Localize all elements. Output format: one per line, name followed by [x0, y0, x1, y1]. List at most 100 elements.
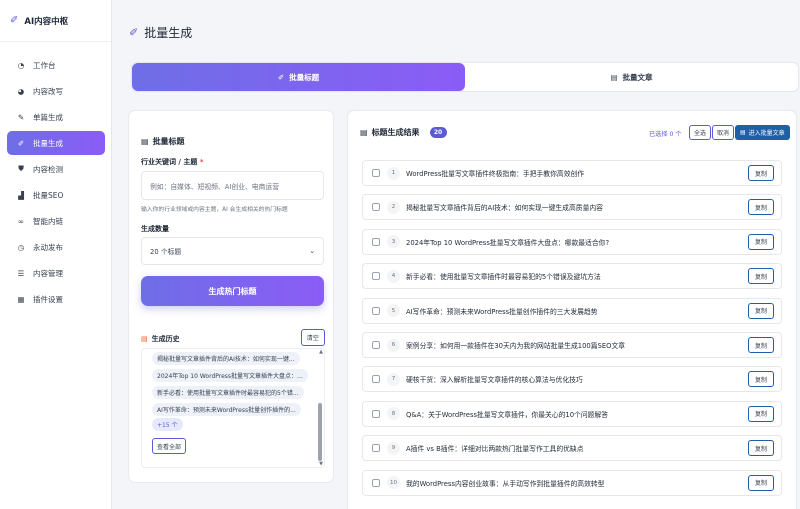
copy-button[interactable]: 复制 — [747, 474, 774, 491]
pen-icon: ✐ — [129, 26, 139, 39]
row-title: 案例分享：如何用一款插件在30天内为我的网站批量生成100篇SEO文章 — [406, 342, 626, 350]
history-scrollbar[interactable] — [318, 355, 322, 463]
history-section: ▤ 生成历史 清空 揭秘批量写文章插件背后的AI技术：如何实现一键... 202… — [141, 326, 325, 471]
enter-batch-label: 进入批量文章 — [748, 130, 785, 137]
file-icon: ▤ — [610, 72, 618, 82]
history-item[interactable]: 2024年Top 10 WordPress批量写文章插件大盘点：... — [152, 369, 308, 382]
tab-batch-articles[interactable]: ▤ 批量文章 — [465, 63, 798, 91]
tab-batch-titles[interactable]: ✐ 批量标题 — [132, 63, 465, 91]
file-icon: ▤ — [740, 129, 746, 136]
row-number: 7 — [387, 372, 400, 386]
title-row: 7 硬核干货：深入解析批量写文章插件的核心算法与优化技巧 复制 — [362, 366, 782, 393]
sidebar-item[interactable]: ✐ 批量生成 — [7, 131, 105, 155]
history-item[interactable]: AI写作革命：预测未来WordPress批量创作插件的... — [152, 403, 301, 416]
copy-button[interactable]: 复制 — [747, 268, 774, 285]
scroll-down-icon[interactable]: ▼ — [319, 461, 323, 467]
row-checkbox[interactable] — [372, 341, 380, 349]
row-checkbox[interactable] — [372, 306, 380, 315]
history-item[interactable]: 揭秘批量写文章插件背后的AI技术：如何实现一键... — [152, 352, 300, 365]
count-select-value: 20 个标题 — [150, 248, 182, 256]
more-history-badge[interactable]: +15 个 — [152, 418, 183, 431]
copy-button[interactable]: 复制 — [747, 371, 774, 388]
history-title: ▤ 生成历史 — [141, 334, 180, 344]
clock-icon: ◷ — [17, 242, 25, 252]
sidebar-item[interactable]: ◔ 工作台 — [7, 53, 105, 77]
row-checkbox[interactable] — [372, 409, 380, 418]
chevron-down-icon: ⌄ — [309, 247, 315, 255]
main-content: ✐ 批量生成 ✐ 批量标题 ▤ 批量文章 ▤ 批量标题 行业关键词 / 主题 *… — [113, 0, 800, 509]
row-title: Q&A：关于WordPress批量写文章插件，你最关心的10个问题解答 — [406, 410, 609, 419]
select-all-button[interactable]: 全选 — [689, 125, 712, 140]
row-checkbox[interactable] — [372, 169, 380, 177]
row-checkbox[interactable] — [372, 272, 380, 281]
count-label: 生成数量 — [141, 225, 169, 233]
row-number: 4 — [387, 269, 400, 283]
copy-button[interactable]: 复制 — [747, 405, 774, 422]
selected-count: 已选择 0 个 — [649, 131, 682, 138]
row-title: A插件 vs B插件：详细对比两款热门批量写作工具的优缺点 — [406, 445, 584, 454]
sidebar-item[interactable]: ⛊ 内容检测 — [7, 157, 105, 181]
copy-button[interactable]: 复制 — [747, 302, 774, 319]
sidebar-item-label: 内容改写 — [33, 86, 63, 96]
sidebar-item-label: 永动发布 — [33, 242, 63, 252]
scrollbar-thumb[interactable] — [318, 403, 322, 461]
copy-button[interactable]: 复制 — [747, 337, 774, 353]
copy-button[interactable]: 复制 — [747, 233, 774, 250]
keyword-input[interactable]: 例如：自媒体、短视频、AI创业、电商运营 — [141, 171, 324, 200]
sidebar-item[interactable]: ◕ 内容改写 — [7, 79, 105, 103]
title-row: 5 AI写作革命：预测未来WordPress批量创作插件的三大发展趋势 复制 — [362, 297, 782, 324]
generate-titles-button[interactable]: 生成热门标题 — [141, 276, 324, 306]
copy-button[interactable]: 复制 — [747, 440, 774, 457]
history-title-text: 生成历史 — [151, 335, 180, 343]
row-checkbox[interactable] — [372, 237, 380, 246]
batch-title-panel: ▤ 批量标题 行业关键词 / 主题 * 例如：自媒体、短视频、AI创业、电商运营… — [128, 110, 334, 483]
shield-icon: ⛊ — [18, 164, 24, 173]
copy-button[interactable]: 复制 — [747, 199, 774, 216]
panel-title: ▤ 批量标题 — [141, 136, 185, 147]
title-row: 8 Q&A：关于WordPress批量写文章插件，你最关心的10个问题解答 复制 — [362, 400, 782, 427]
results-count-badge: 20 — [429, 127, 447, 138]
sidebar-item[interactable]: ▟ 批量SEO — [7, 183, 105, 207]
brand: ✐ AI内容中枢 — [0, 0, 111, 42]
row-title: 硬核干货：深入解析批量写文章插件的核心算法与优化技巧 — [406, 376, 583, 385]
history-item[interactable]: 新手必看：使用批量写文章插件时最容易犯的5个错... — [152, 386, 304, 399]
sidebar-item-label: 智能内链 — [33, 216, 63, 226]
view-all-button[interactable]: 查看全部 — [152, 438, 187, 454]
results-title: ▤ 标题生成结果 20 — [360, 127, 447, 138]
document-icon: ▤ — [141, 137, 149, 146]
row-title: 揭秘批量写文章插件背后的AI技术：如何实现一键生成高质量内容 — [406, 204, 603, 213]
results-title-text: 标题生成结果 — [371, 128, 420, 137]
copy-button[interactable]: 复制 — [747, 165, 774, 181]
row-title: 新手必看：使用批量写文章插件时最容易犯的5个错误及避坑方法 — [406, 273, 601, 282]
title-row: 2 揭秘批量写文章插件背后的AI技术：如何实现一键生成高质量内容 复制 — [362, 194, 782, 221]
row-checkbox[interactable] — [372, 478, 380, 487]
enter-batch-articles-button[interactable]: ▤ 进入批量文章 — [735, 125, 790, 140]
title-row: 1 WordPress批量写文章插件终极指南：手把手教你高效创作 复制 — [362, 160, 782, 186]
cancel-selection-button[interactable]: 取消 — [712, 125, 735, 140]
brand-name: AI内容中枢 — [24, 16, 69, 27]
sidebar-item[interactable]: ✎ 单篇生成 — [7, 105, 105, 129]
title-row: 10 我的WordPress内容创业故事：从手动写作到批量插件的高效转型 复制 — [362, 469, 782, 496]
title-row: 6 案例分享：如何用一款插件在30天内为我的网站批量生成100篇SEO文章 复制 — [362, 332, 782, 358]
panel-title-text: 批量标题 — [152, 137, 185, 146]
row-checkbox[interactable] — [372, 444, 380, 453]
count-select[interactable]: 20 个标题 ⌄ — [141, 237, 324, 265]
row-checkbox[interactable] — [372, 203, 380, 212]
history-icon: ▤ — [141, 335, 148, 343]
clear-history-button[interactable]: 清空 — [300, 329, 325, 346]
chart-icon: ▟ — [18, 190, 24, 200]
sidebar-item-label: 单篇生成 — [33, 112, 63, 122]
row-title: AI写作革命：预测未来WordPress批量创作插件的三大发展趋势 — [406, 307, 598, 316]
row-number: 6 — [387, 338, 400, 352]
sidebar-item[interactable]: ◷ 永动发布 — [7, 235, 105, 259]
sidebar-item-label: 批量生成 — [33, 138, 63, 148]
row-title: WordPress批量写文章插件终极指南：手把手教你高效创作 — [406, 170, 585, 178]
pen-icon: ✐ — [10, 15, 19, 26]
keyword-label: 行业关键词 / 主题 * — [141, 157, 204, 167]
row-number: 2 — [387, 200, 400, 214]
sidebar-item[interactable]: ∞ 智能内链 — [7, 209, 105, 233]
sidebar-item[interactable]: ☰ 内容管理 — [7, 261, 105, 285]
row-checkbox[interactable] — [372, 375, 380, 384]
sidebar-item[interactable]: ▦ 插件设置 — [7, 287, 105, 311]
pen-icon: ✐ — [17, 138, 25, 148]
